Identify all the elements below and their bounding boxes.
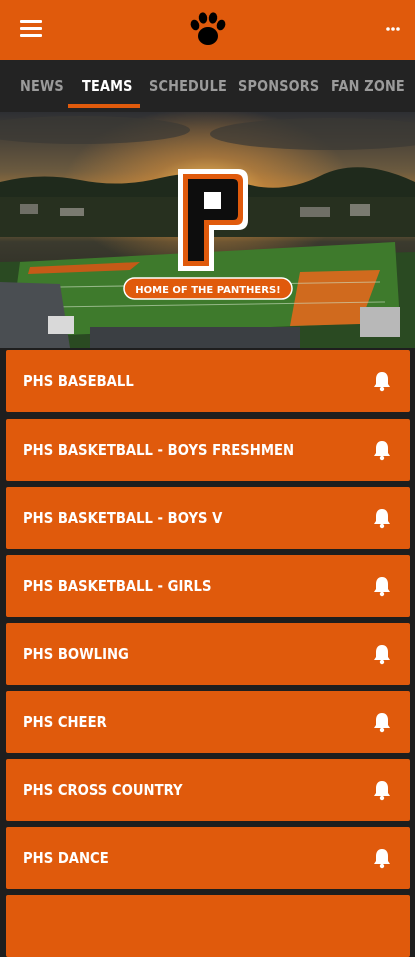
team-row-basketball-boys-v[interactable]: PHS BASKETBALL - BOYS V bbox=[6, 487, 410, 549]
team-name: PHS CROSS COUNTRY bbox=[23, 781, 183, 799]
bell-icon[interactable] bbox=[371, 847, 393, 869]
bell-icon[interactable] bbox=[371, 575, 393, 597]
team-name: PHS BASEBALL bbox=[23, 372, 134, 390]
team-name: PHS CHEER bbox=[23, 713, 107, 731]
more-options-icon[interactable] bbox=[385, 22, 401, 36]
hero-banner: HOME OF THE PANTHERS! bbox=[0, 112, 415, 348]
bell-icon[interactable] bbox=[371, 439, 393, 461]
team-row-baseball[interactable]: PHS BASEBALL bbox=[6, 350, 410, 412]
team-name: PHS DANCE bbox=[23, 849, 109, 867]
team-row-partial[interactable] bbox=[6, 895, 410, 957]
tab-schedule[interactable]: SCHEDULE bbox=[149, 60, 227, 112]
team-row-basketball-boys-freshmen[interactable]: PHS BASKETBALL - BOYS FRESHMEN bbox=[6, 419, 410, 481]
stadium-image: HOME OF THE PANTHERS! bbox=[0, 112, 415, 348]
team-name: PHS BOWLING bbox=[23, 645, 129, 663]
tab-bar: NEWS TEAMS SCHEDULE SPONSORS FAN ZONE bbox=[0, 60, 415, 112]
team-row-basketball-girls[interactable]: PHS BASKETBALL - GIRLS bbox=[6, 555, 410, 617]
tab-fan-zone[interactable]: FAN ZONE bbox=[331, 60, 405, 112]
app-bar bbox=[0, 0, 415, 60]
paw-print-icon bbox=[190, 12, 226, 45]
team-name: PHS BASKETBALL - BOYS V bbox=[23, 509, 223, 527]
bell-icon[interactable] bbox=[371, 507, 393, 529]
team-row-dance[interactable]: PHS DANCE bbox=[6, 827, 410, 889]
hero-banner-text: HOME OF THE PANTHERS! bbox=[135, 285, 280, 296]
bell-icon[interactable] bbox=[371, 779, 393, 801]
team-name: PHS BASKETBALL - GIRLS bbox=[23, 577, 212, 595]
bell-icon[interactable] bbox=[371, 711, 393, 733]
bell-icon[interactable] bbox=[371, 370, 393, 392]
hamburger-menu-icon[interactable] bbox=[20, 20, 42, 40]
tab-sponsors[interactable]: SPONSORS bbox=[238, 60, 319, 112]
team-name: PHS BASKETBALL - BOYS FRESHMEN bbox=[23, 441, 295, 459]
team-row-cross-country[interactable]: PHS CROSS COUNTRY bbox=[6, 759, 410, 821]
active-tab-indicator bbox=[68, 104, 140, 108]
team-row-bowling[interactable]: PHS BOWLING bbox=[6, 623, 410, 685]
bell-icon[interactable] bbox=[371, 643, 393, 665]
tab-news[interactable]: NEWS bbox=[20, 60, 64, 112]
team-row-cheer[interactable]: PHS CHEER bbox=[6, 691, 410, 753]
